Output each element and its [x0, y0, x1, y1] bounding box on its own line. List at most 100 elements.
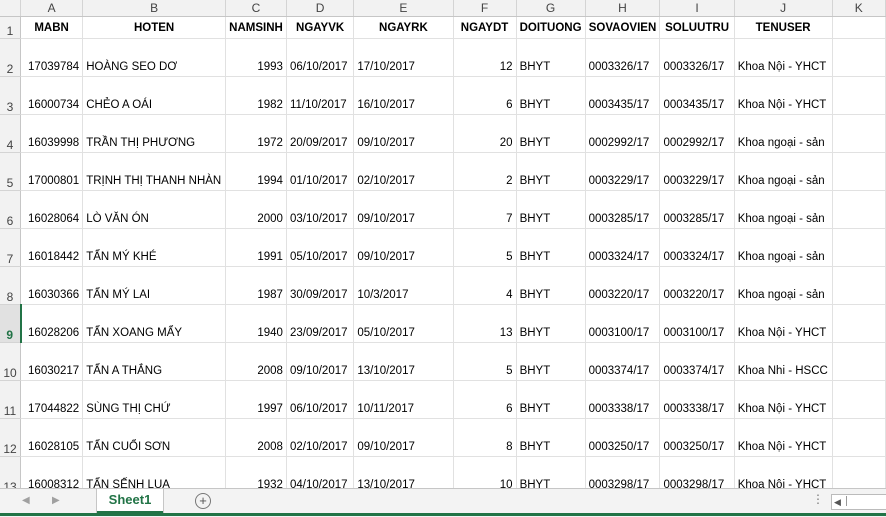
row-header[interactable]: 12 [0, 418, 21, 457]
table-cell[interactable]: 06/10/2017 [286, 38, 355, 77]
table-cell[interactable]: BHYT [516, 76, 586, 115]
row-header[interactable]: 5 [0, 152, 21, 191]
table-cell[interactable]: 13 [453, 304, 517, 343]
table-cell[interactable]: 17039784 [20, 38, 84, 77]
column-header[interactable]: C [225, 0, 287, 17]
column-header[interactable]: F [453, 0, 517, 17]
table-cell[interactable]: 05/10/2017 [286, 228, 355, 267]
table-cell[interactable]: Khoa ngoại - sản [734, 152, 833, 191]
empty-cell[interactable] [832, 76, 886, 115]
table-cell[interactable]: Khoa Nội - YHCT [734, 456, 833, 488]
table-cell[interactable]: BHYT [516, 266, 586, 305]
table-cell[interactable]: 1991 [225, 228, 287, 267]
tab-splitter-icon[interactable]: ⋮ [812, 492, 824, 506]
table-cell[interactable]: BHYT [516, 190, 586, 229]
sheet-tab-sheet1[interactable]: Sheet1 [97, 489, 163, 514]
row-header[interactable]: 9 [0, 304, 22, 343]
row-header[interactable]: 2 [0, 38, 21, 77]
header-cell[interactable]: NGAYDT [453, 16, 517, 39]
table-cell[interactable]: Khoa Nội - YHCT [734, 380, 833, 419]
header-cell[interactable]: HOTEN [82, 16, 227, 39]
header-cell[interactable]: NAMSINH [225, 16, 287, 39]
table-cell[interactable]: TẨN CUỔI SƠN [82, 418, 227, 457]
table-cell[interactable]: 0003324/17 [585, 228, 661, 267]
table-cell[interactable]: 12 [453, 38, 517, 77]
table-cell[interactable]: 1994 [225, 152, 287, 191]
table-cell[interactable]: 02/10/2017 [353, 152, 454, 191]
table-cell[interactable]: 1932 [225, 456, 287, 488]
table-cell[interactable]: 03/10/2017 [286, 190, 355, 229]
table-cell[interactable]: 2000 [225, 190, 287, 229]
table-cell[interactable]: 8 [453, 418, 517, 457]
empty-cell[interactable] [832, 304, 886, 343]
table-cell[interactable]: CHẺO A OÁI [82, 76, 227, 115]
table-cell[interactable]: 0003435/17 [659, 76, 735, 115]
empty-cell[interactable] [832, 342, 886, 381]
scroll-left-icon[interactable]: ◀ [834, 495, 841, 509]
table-cell[interactable]: TẨN MÝ KHÉ [82, 228, 227, 267]
empty-cell[interactable] [832, 418, 886, 457]
table-cell[interactable]: 16018442 [20, 228, 84, 267]
table-cell[interactable]: BHYT [516, 380, 586, 419]
table-cell[interactable]: BHYT [516, 114, 586, 153]
header-cell[interactable]: NGAYVK [286, 16, 355, 39]
table-cell[interactable]: 30/09/2017 [286, 266, 355, 305]
scroll-tabs-left-icon[interactable]: ◀ [22, 495, 30, 506]
column-header[interactable]: E [353, 0, 454, 17]
table-cell[interactable]: 0003324/17 [659, 228, 735, 267]
row-header[interactable]: 11 [0, 380, 21, 419]
table-cell[interactable]: 1940 [225, 304, 287, 343]
horizontal-scrollbar[interactable]: ◀ [831, 494, 886, 510]
table-cell[interactable]: TRỊNH THỊ THANH NHÀN [82, 152, 227, 191]
table-cell[interactable]: SÙNG THỊ CHỨ [82, 380, 227, 419]
table-cell[interactable]: BHYT [516, 304, 586, 343]
table-cell[interactable]: Khoa ngoại - sản [734, 266, 833, 305]
column-header[interactable]: D [286, 0, 355, 17]
table-cell[interactable]: 0003229/17 [585, 152, 661, 191]
table-cell[interactable]: 7 [453, 190, 517, 229]
table-cell[interactable]: 0002992/17 [585, 114, 661, 153]
table-cell[interactable]: 0002992/17 [659, 114, 735, 153]
row-header[interactable]: 6 [0, 190, 21, 229]
table-cell[interactable]: 09/10/2017 [353, 114, 454, 153]
table-cell[interactable]: 10/11/2017 [353, 380, 454, 419]
table-cell[interactable]: 1972 [225, 114, 287, 153]
table-cell[interactable]: 06/10/2017 [286, 380, 355, 419]
table-cell[interactable]: 2 [453, 152, 517, 191]
table-cell[interactable]: 16030366 [20, 266, 84, 305]
table-cell[interactable]: 0003100/17 [659, 304, 735, 343]
header-cell[interactable]: DOITUONG [516, 16, 586, 39]
empty-cell[interactable] [832, 38, 886, 77]
table-cell[interactable]: 09/10/2017 [353, 228, 454, 267]
header-cell[interactable]: MABN [20, 16, 84, 39]
table-cell[interactable]: 11/10/2017 [286, 76, 355, 115]
table-cell[interactable]: TẨN XOANG MẨY [82, 304, 227, 343]
table-cell[interactable]: Khoa Nội - YHCT [734, 418, 833, 457]
header-cell[interactable]: TENUSER [734, 16, 833, 39]
table-cell[interactable]: 16028105 [20, 418, 84, 457]
table-cell[interactable]: TRẦN THỊ PHƯƠNG [82, 114, 227, 153]
table-cell[interactable]: 0003374/17 [659, 342, 735, 381]
table-cell[interactable]: 01/10/2017 [286, 152, 355, 191]
table-cell[interactable]: 0003285/17 [585, 190, 661, 229]
header-cell[interactable]: SOVAOVIEN [585, 16, 661, 39]
table-cell[interactable]: 16030217 [20, 342, 84, 381]
table-cell[interactable]: 1987 [225, 266, 287, 305]
row-header[interactable]: 4 [0, 114, 21, 153]
table-cell[interactable]: 17044822 [20, 380, 84, 419]
table-cell[interactable]: Khoa Nội - YHCT [734, 76, 833, 115]
table-cell[interactable]: 17000801 [20, 152, 84, 191]
row-header[interactable]: 8 [0, 266, 21, 305]
table-cell[interactable]: 0003229/17 [659, 152, 735, 191]
table-cell[interactable]: 0003250/17 [659, 418, 735, 457]
header-cell[interactable]: NGAYRK [353, 16, 454, 39]
column-header[interactable]: A [20, 0, 84, 17]
table-cell[interactable]: 16028064 [20, 190, 84, 229]
table-cell[interactable]: 2008 [225, 418, 287, 457]
table-cell[interactable]: Khoa Nội - YHCT [734, 304, 833, 343]
table-cell[interactable]: 0003100/17 [585, 304, 661, 343]
table-cell[interactable]: 0003374/17 [585, 342, 661, 381]
table-cell[interactable]: 0003250/17 [585, 418, 661, 457]
select-all-corner[interactable] [0, 0, 21, 17]
table-cell[interactable]: 5 [453, 228, 517, 267]
